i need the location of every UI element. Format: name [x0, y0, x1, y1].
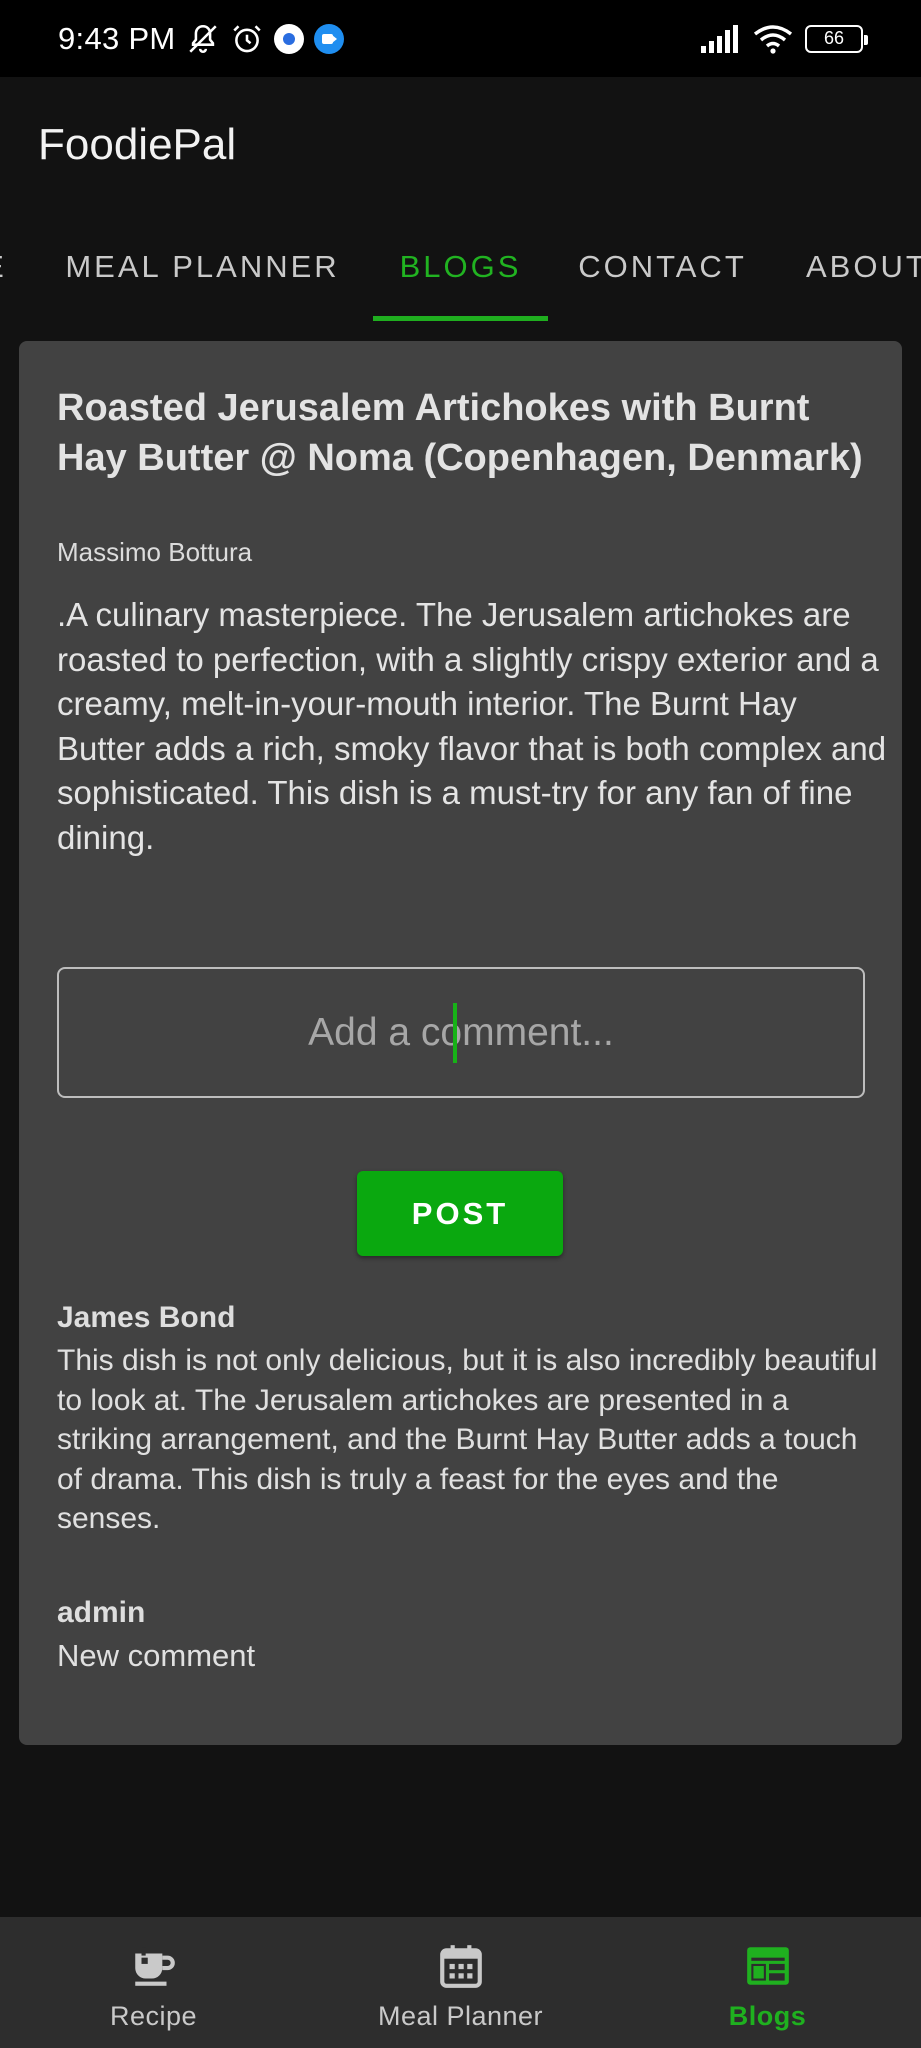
text-cursor	[453, 1002, 458, 1063]
comment-placeholder: Add a comment...	[308, 1002, 614, 1063]
comment-user: admin	[57, 1596, 146, 1629]
blog-post-card: Roasted Jerusalem Artichokes with Burnt …	[19, 341, 902, 1745]
nav-label: Recipe	[109, 2001, 198, 2031]
tab-label: BLOGS	[399, 249, 522, 284]
post-body: .A culinary masterpiece. The Jerusalem a…	[57, 596, 887, 856]
comment-text: This dish is not only delicious, but it …	[57, 1344, 878, 1535]
post-button-label: POST	[411, 1195, 509, 1231]
app-bar: FoodiePal	[0, 77, 921, 212]
tab-contact[interactable]: CONTACT	[565, 212, 760, 322]
app-title: FoodiePal	[38, 119, 237, 169]
tab-bar: E MEAL PLANNER BLOGS CONTACT ABOUT	[0, 212, 921, 322]
calendar-icon	[439, 1945, 482, 1988]
post-author: Massimo Bottura	[57, 537, 253, 567]
status-icons-left	[186, 22, 344, 56]
nav-item-recipe[interactable]: Recipe	[0, 1917, 307, 2048]
active-tab-indicator	[373, 316, 548, 321]
blog-icon	[746, 1947, 789, 1985]
tab-about[interactable]: ABOUT	[806, 212, 921, 322]
nav-label: Blogs	[728, 2001, 807, 2031]
tab-meal-planner[interactable]: MEAL PLANNER	[50, 212, 355, 322]
nav-item-meal-planner[interactable]: Meal Planner	[307, 1917, 614, 2048]
gear-badge-icon	[273, 23, 304, 54]
bottom-navigation: Recipe Meal Planner Blogs	[0, 1917, 921, 2048]
comment-item: admin New comment	[57, 1596, 887, 1676]
comment-text: New comment	[57, 1638, 256, 1673]
tab-label: MEAL PLANNER	[65, 249, 340, 284]
comment-user: James Bond	[57, 1301, 236, 1334]
tab-recipe[interactable]: E	[0, 212, 10, 322]
comment-input[interactable]: Add a comment...	[57, 967, 865, 1098]
status-bar: 9:43 PM 66	[0, 0, 921, 77]
signal-icon	[701, 24, 738, 53]
comment-placeholder-text: Add a comment...	[308, 1010, 614, 1054]
tab-label: ABOUT	[806, 249, 921, 284]
tab-label: E	[0, 249, 7, 285]
video-call-icon	[313, 23, 344, 54]
battery-indicator: 66	[805, 24, 868, 53]
post-title: Roasted Jerusalem Artichokes with Burnt …	[57, 387, 863, 479]
mute-bell-icon	[188, 24, 217, 53]
battery-level: 66	[823, 28, 845, 48]
post-button[interactable]: POST	[357, 1171, 563, 1256]
nav-label: Meal Planner	[377, 2001, 544, 2031]
nav-item-blogs[interactable]: Blogs	[614, 1917, 921, 2048]
alarm-clock-icon	[232, 24, 261, 52]
status-icons-right: 66	[699, 24, 868, 54]
tab-blogs[interactable]: BLOGS	[373, 212, 548, 322]
comment-item: James Bond This dish is not only delicio…	[57, 1301, 887, 1539]
tab-label: CONTACT	[578, 249, 747, 284]
wifi-icon	[753, 24, 793, 54]
status-time: 9:43 PM	[58, 20, 176, 56]
app-screen: 9:43 PM 66 FoodiePal MEAL PLANNER BLOGS …	[0, 0, 921, 2048]
coffee-cup-icon	[134, 1947, 175, 1986]
